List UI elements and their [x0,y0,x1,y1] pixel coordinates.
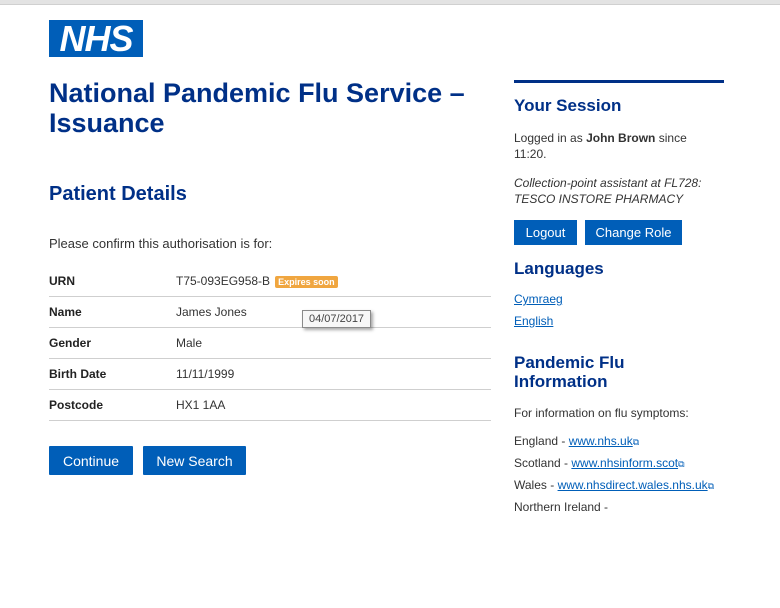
urn-value: T75-093EG958-B [176,274,271,288]
session-heading: Your Session [514,96,622,115]
row-label: Gender [49,327,176,359]
table-row: URN T75-093EG958-B Expires soon [49,266,491,297]
external-link-icon: ⧉ [678,459,685,469]
browser-top-border [0,0,780,5]
region-label: Wales - [514,478,558,492]
row-value: HX1 1AA [176,389,491,421]
logged-in-text: Logged in as John Brown since 11:20. [514,130,704,162]
table-row: Gender Male [49,327,491,359]
info-link-row: Scotland - www.nhsinform.scot⧉ [514,455,685,472]
nhsdirect-wales-link[interactable]: www.nhsdirect.wales.nhs.uk [558,478,708,492]
nhs-logo: NHS [49,20,143,57]
nhsinform-scot-link[interactable]: www.nhsinform.scot [571,456,678,470]
row-value: 11/11/1999 [176,358,491,390]
user-name: John Brown [586,131,656,145]
table-row: Birth Date 11/11/1999 [49,358,491,390]
languages-heading: Languages [514,259,604,278]
section-title-patient-details: Patient Details [49,183,187,205]
region-label-northern-ireland: Northern Ireland - [514,500,609,514]
row-value: Male [176,327,491,359]
region-label: England - [514,434,569,448]
language-link-cymraeg[interactable]: Cymraeg [514,291,563,307]
external-link-icon: ⧉ [632,437,640,447]
region-label: Scotland - [514,456,572,470]
page-title: National Pandemic Flu Service – Issuance [49,78,465,138]
nhs-uk-link[interactable]: www.nhs.uk [569,434,633,448]
external-link-icon: ⧉ [707,481,715,491]
expiry-date-tooltip: 04/07/2017 [302,310,372,328]
expires-soon-badge: Expires soon [275,275,338,288]
flu-info-heading: Pandemic Flu Information [514,353,625,391]
role-text: Collection-point assistant at FL728: TES… [514,176,702,206]
continue-button[interactable]: Continue [49,446,133,475]
row-label: Name [49,296,176,328]
table-row: Postcode HX1 1AA [49,389,491,421]
language-link-english[interactable]: English [514,313,553,329]
sidebar: Your Session Logged in as John Brown sin… [514,80,724,523]
flu-info-intro: For information on flu symptoms: [514,406,689,420]
info-link-row: England - www.nhs.uk⧉ [514,433,639,450]
table-row: Name James Jones [49,296,491,328]
row-label: Postcode [49,389,176,421]
row-label: Birth Date [49,358,176,390]
patient-details-table: URN T75-093EG958-B Expires soon Name Jame… [49,266,491,421]
confirm-intro-text: Please confirm this authorisation is for… [49,236,273,251]
logout-button[interactable]: Logout [514,220,577,245]
new-search-button[interactable]: New Search [143,446,246,475]
row-value: T75-093EG958-B Expires soon [176,266,491,297]
change-role-button[interactable]: Change Role [585,220,682,245]
logged-in-prefix: Logged in as [514,131,587,145]
row-label: URN [49,266,176,297]
info-link-row: Wales - www.nhsdirect.wales.nhs.uk⧉ [514,477,714,494]
